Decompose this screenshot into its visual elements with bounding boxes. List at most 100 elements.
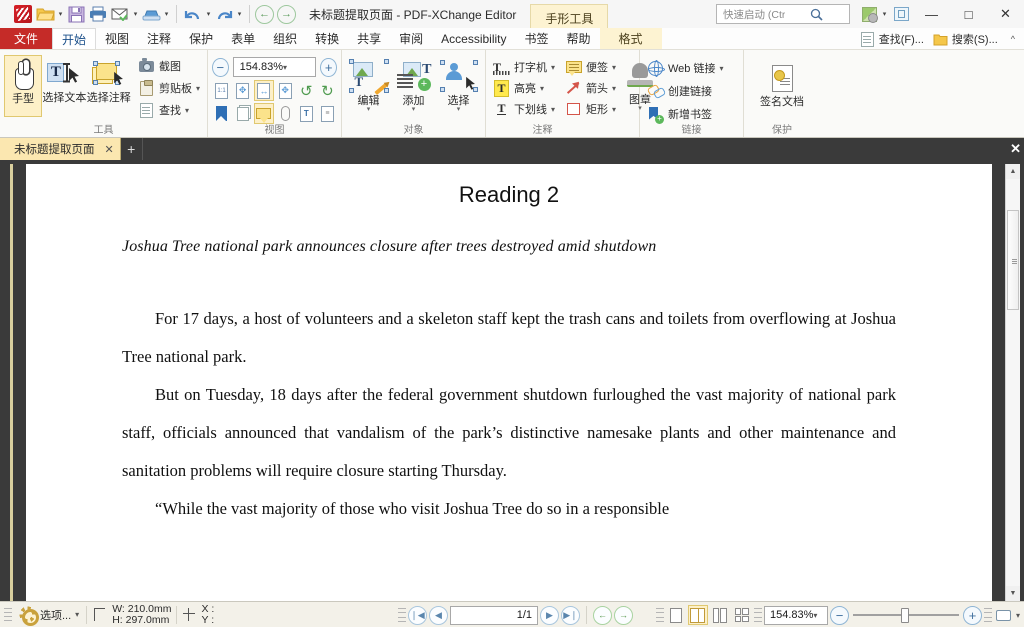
find-dropdown-icon[interactable]: ▾: [185, 106, 189, 115]
tool-hand-button[interactable]: 手型: [4, 55, 43, 117]
pdf-page[interactable]: Reading 2 Joshua Tree national park anno…: [26, 164, 992, 601]
fit-visible-button[interactable]: ✥: [276, 80, 295, 101]
sticky-note-button[interactable]: 便签 ▾: [562, 57, 619, 77]
last-page-button[interactable]: ▶❘: [561, 605, 580, 625]
clipboard-dropdown-icon[interactable]: ▾: [196, 84, 200, 93]
undo-dropdown-icon[interactable]: ▾: [204, 3, 213, 25]
properties-pane-icon[interactable]: ≡: [318, 103, 337, 124]
sign-document-button[interactable]: 签名文档: [751, 59, 813, 121]
menu-bookmarks[interactable]: 书签: [516, 28, 558, 49]
fit-width-button[interactable]: ↔: [254, 80, 274, 101]
two-page-layout-button[interactable]: [710, 605, 730, 625]
rotate-right-icon[interactable]: ↻: [318, 80, 337, 101]
continuous-layout-button[interactable]: [687, 605, 708, 625]
rotate-left-icon[interactable]: ↺: [297, 80, 316, 101]
menu-protect[interactable]: 保护: [180, 28, 222, 49]
theme-dropdown-icon[interactable]: ▾: [880, 3, 889, 25]
maximize-button[interactable]: □: [950, 0, 987, 28]
page-number-input[interactable]: 1/1: [450, 605, 538, 625]
zoom-dropdown-icon[interactable]: ▾: [283, 63, 312, 72]
status-zoom-dropdown-icon[interactable]: ▾: [813, 611, 825, 620]
next-page-button[interactable]: ▶: [540, 605, 559, 625]
menu-form[interactable]: 表单: [222, 28, 264, 49]
quick-launch-input[interactable]: 快速启动 (Ctrl+.): [716, 4, 850, 24]
close-icon[interactable]: ✕: [105, 143, 114, 156]
options-button[interactable]: 选项... ▾: [16, 606, 82, 626]
save-icon[interactable]: [65, 3, 87, 25]
previous-page-button[interactable]: ◀: [429, 605, 448, 625]
scan-icon[interactable]: [140, 3, 162, 25]
status-zoom-out-icon[interactable]: −: [829, 605, 849, 625]
zoom-level-input[interactable]: 154.83% ▾: [232, 57, 317, 77]
menu-help[interactable]: 帮助: [558, 28, 600, 49]
first-page-button[interactable]: ❘◀: [408, 605, 427, 625]
typewriter-dropdown-icon[interactable]: ▾: [551, 63, 555, 72]
screen-mode-dropdown-icon[interactable]: ▾: [1016, 611, 1020, 620]
open-dropdown-icon[interactable]: ▾: [56, 3, 65, 25]
menu-organize[interactable]: 组织: [264, 28, 306, 49]
zoom-slider-thumb[interactable]: [900, 607, 909, 623]
object-edit-button[interactable]: T 编辑 ▾: [346, 56, 391, 124]
arrow-button[interactable]: 箭头 ▾: [562, 78, 619, 98]
highlight-dropdown-icon[interactable]: ▾: [540, 84, 544, 93]
rectangle-button[interactable]: 矩形 ▾: [562, 99, 619, 119]
tool-select-text-button[interactable]: T 选择文本: [42, 55, 86, 117]
arrow-dropdown-icon[interactable]: ▾: [612, 84, 616, 93]
web-link-button[interactable]: Web 链接 ▾: [644, 58, 739, 78]
print-icon[interactable]: [87, 3, 109, 25]
actual-size-button[interactable]: 1:1: [212, 80, 231, 101]
email-dropdown-icon[interactable]: ▾: [131, 3, 140, 25]
object-add-button[interactable]: T + 添加 ▾: [391, 56, 436, 124]
zoom-out-icon[interactable]: −: [212, 57, 229, 77]
screen-mode-icon[interactable]: [994, 605, 1014, 625]
theme-switcher-icon[interactable]: [858, 3, 880, 25]
minimize-button[interactable]: —: [913, 0, 950, 28]
forward-icon[interactable]: →: [277, 4, 296, 24]
object-select-dropdown-icon[interactable]: ▾: [457, 106, 461, 113]
scroll-up-icon[interactable]: ▲: [1006, 164, 1020, 179]
thumbnails-pane-icon[interactable]: [233, 103, 252, 124]
object-add-dropdown-icon[interactable]: ▾: [412, 106, 416, 113]
redo-icon[interactable]: [213, 3, 235, 25]
single-page-layout-button[interactable]: [666, 605, 686, 625]
snapshot-button[interactable]: 截图: [135, 56, 203, 76]
scroll-down-icon[interactable]: ▼: [1006, 586, 1020, 601]
view-back-button[interactable]: ←: [593, 605, 612, 625]
status-zoom-input[interactable]: 154.83% ▾: [763, 605, 828, 625]
menu-share[interactable]: 共享: [348, 28, 390, 49]
fullscreen-icon[interactable]: [889, 3, 913, 25]
grid-layout-button[interactable]: [732, 605, 752, 625]
zoom-in-icon[interactable]: +: [320, 57, 338, 77]
menu-format[interactable]: 格式: [599, 28, 662, 49]
status-zoom-in-icon[interactable]: +: [962, 605, 982, 625]
menu-view[interactable]: 视图: [96, 28, 138, 49]
search-button[interactable]: 搜索(S)...: [932, 31, 998, 48]
fit-page-button[interactable]: ✥: [233, 80, 252, 101]
document-tab[interactable]: 未标题提取页面 ✕: [0, 138, 121, 160]
add-bookmark-button[interactable]: 新增书签: [644, 104, 739, 124]
vertical-scrollbar[interactable]: ▲ ▼: [1005, 164, 1020, 601]
underline-button[interactable]: T 下划线 ▾: [490, 99, 558, 119]
find-tool-button[interactable]: 查找 ▾: [135, 100, 203, 120]
object-edit-dropdown-icon[interactable]: ▾: [367, 106, 371, 113]
email-icon[interactable]: [109, 3, 131, 25]
web-link-dropdown-icon[interactable]: ▾: [719, 64, 723, 73]
open-icon[interactable]: [34, 3, 56, 25]
create-link-button[interactable]: 创建链接: [644, 81, 739, 101]
typewriter-button[interactable]: T 打字机 ▾: [490, 57, 558, 77]
menu-file[interactable]: 文件: [0, 28, 53, 49]
close-button[interactable]: ✕: [987, 0, 1024, 28]
sticky-note-dropdown-icon[interactable]: ▾: [612, 63, 616, 72]
rectangle-dropdown-icon[interactable]: ▾: [612, 105, 616, 114]
close-all-tabs-icon[interactable]: ✕: [1010, 141, 1021, 157]
menu-accessibility[interactable]: Accessibility: [432, 28, 515, 49]
menu-comment[interactable]: 注释: [138, 28, 180, 49]
menu-review[interactable]: 审阅: [390, 28, 432, 49]
underline-dropdown-icon[interactable]: ▾: [551, 105, 555, 114]
menu-convert[interactable]: 转换: [306, 28, 348, 49]
comments-pane-icon[interactable]: [254, 103, 274, 124]
highlight-button[interactable]: T 高亮 ▾: [490, 78, 558, 98]
new-tab-button[interactable]: +: [121, 138, 143, 160]
clipboard-button[interactable]: 剪贴板 ▾: [135, 78, 203, 98]
scrollbar-thumb[interactable]: [1007, 210, 1019, 310]
